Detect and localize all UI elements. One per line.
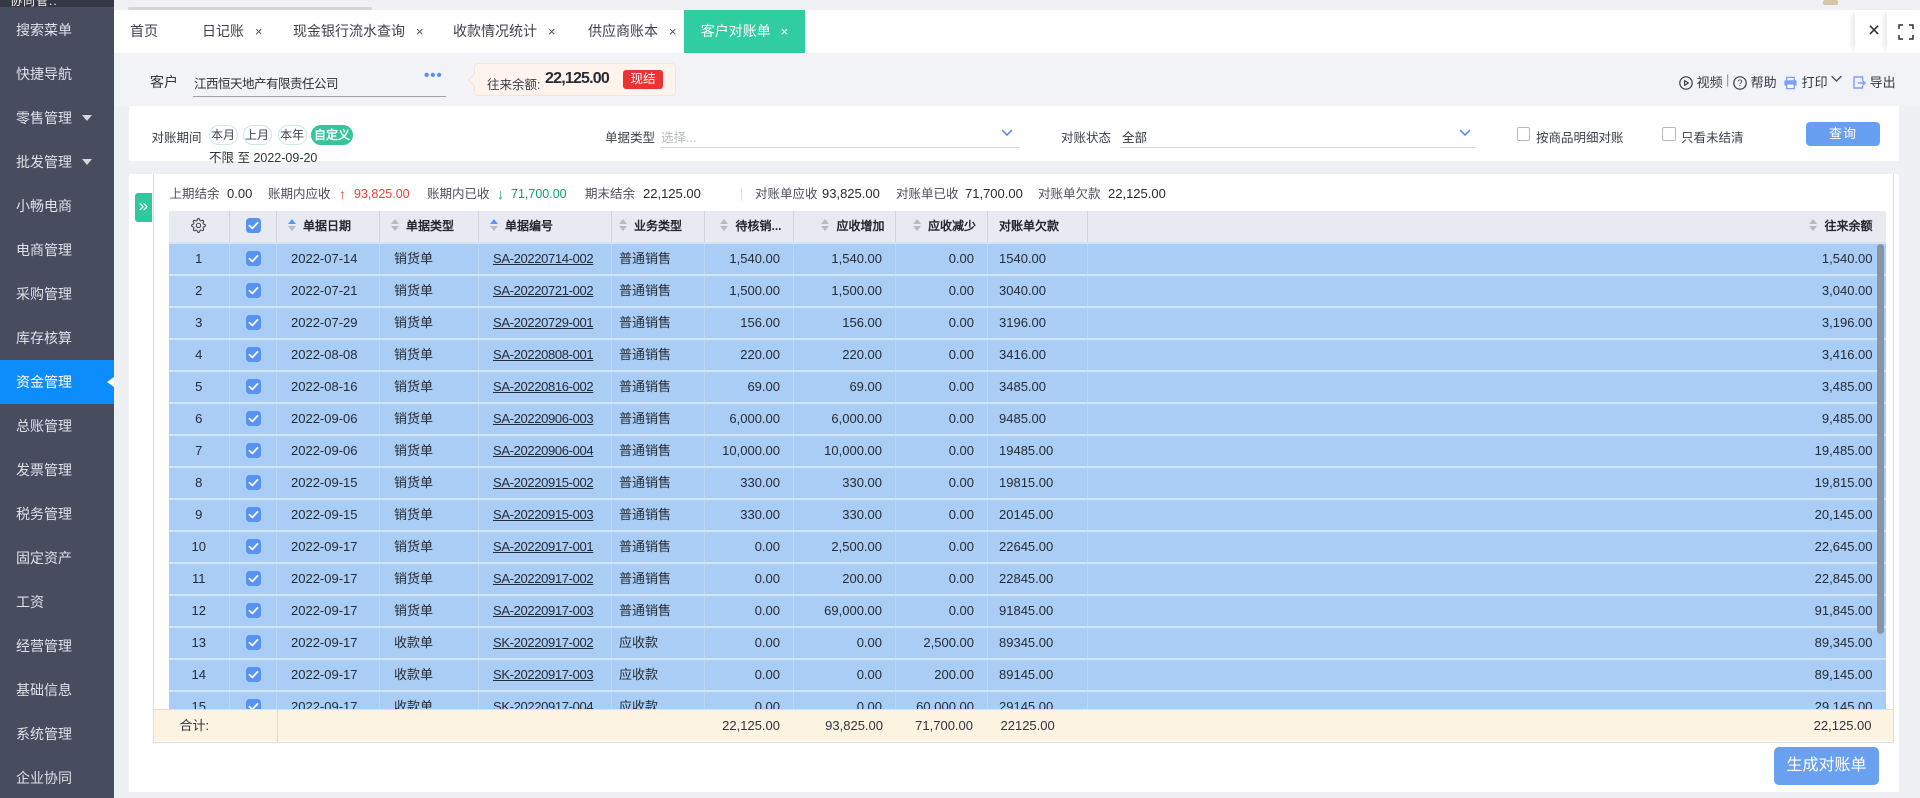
- svg-text:?: ?: [1737, 78, 1742, 88]
